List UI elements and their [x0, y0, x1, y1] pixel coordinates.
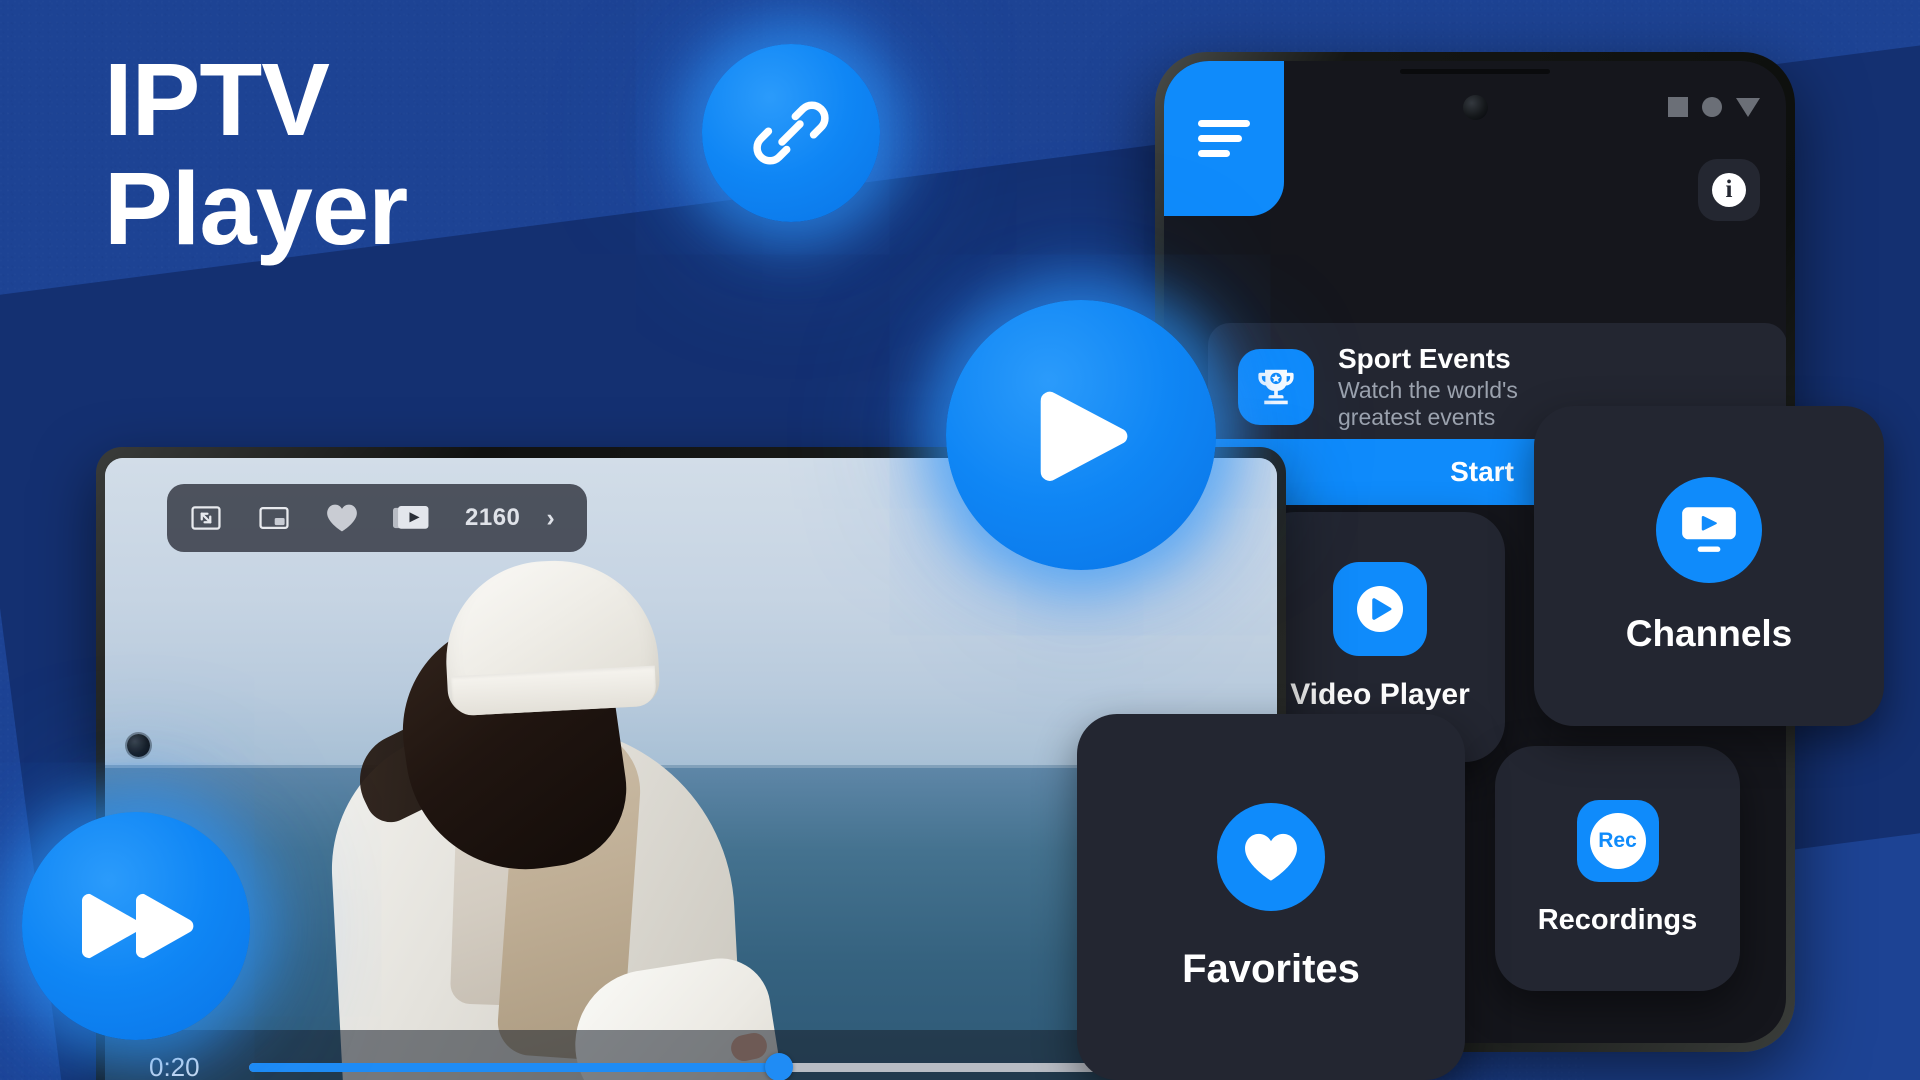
start-button-label: Start [1450, 456, 1514, 487]
tile-favorites[interactable]: Favorites [1077, 714, 1465, 1080]
play-badge-button[interactable] [946, 300, 1216, 570]
video-control-bar[interactable]: 2160 › [167, 484, 587, 552]
phone-earpiece [1400, 69, 1550, 74]
square-icon [1668, 97, 1688, 117]
fast-forward-icon [76, 878, 196, 974]
hamburger-menu-button[interactable] [1164, 61, 1284, 216]
tile-favorites-label: Favorites [1182, 946, 1360, 991]
trophy-icon [1238, 349, 1314, 425]
playlist-video-icon[interactable] [393, 502, 431, 534]
page-title-line-1: IPTV [104, 42, 330, 157]
play-circle-icon [1333, 562, 1427, 656]
heart-icon [1217, 802, 1325, 911]
chevron-right-icon[interactable]: › [546, 504, 554, 533]
seek-bar-handle[interactable] [765, 1053, 794, 1080]
tv-play-icon [1656, 477, 1762, 583]
fullscreen-icon[interactable] [189, 501, 223, 535]
video-subject [324, 555, 786, 1080]
tile-channels-label: Channels [1625, 613, 1793, 654]
info-icon: i [1712, 173, 1746, 207]
sport-events-text: Sport Events Watch the world's greatest … [1338, 343, 1518, 432]
promo-banner: IPTV Player 2160 › 0:20 i Sport Events W… [0, 0, 1920, 1080]
heart-icon[interactable] [325, 502, 359, 534]
tile-recordings-label: Recordings [1537, 904, 1698, 936]
sport-events-subtitle-line-2: greatest events [1338, 404, 1496, 431]
circle-icon [1702, 97, 1722, 117]
sport-events-subtitle-line-1: Watch the world's [1338, 377, 1518, 404]
link-icon [748, 90, 834, 176]
triangle-down-icon [1736, 97, 1760, 117]
play-icon [1016, 370, 1146, 500]
page-title-line-2: Player [104, 150, 408, 266]
info-button[interactable]: i [1698, 159, 1760, 221]
seek-bar-fill [249, 1062, 780, 1072]
sport-events-title: Sport Events [1338, 342, 1511, 374]
rec-icon-label: Rec [1589, 813, 1646, 869]
tile-recordings[interactable]: Rec Recordings [1495, 746, 1740, 991]
status-bar [1668, 97, 1760, 117]
quality-label[interactable]: 2160 [465, 504, 520, 532]
link-badge-button[interactable] [702, 44, 880, 222]
tile-channels[interactable]: Channels [1534, 406, 1884, 726]
picture-in-picture-icon[interactable] [257, 501, 291, 535]
phone-front-camera [1463, 95, 1488, 120]
fast-forward-badge-button[interactable] [22, 812, 250, 1040]
tile-video-player-label: Video Player [1290, 678, 1470, 711]
rec-icon: Rec [1576, 800, 1659, 882]
hamburger-menu-icon [1198, 112, 1250, 165]
current-time-label: 0:20 [149, 1051, 200, 1080]
page-title: IPTV Player [104, 48, 408, 266]
tablet-front-camera [127, 734, 150, 757]
seek-bar[interactable] [249, 1053, 1133, 1080]
